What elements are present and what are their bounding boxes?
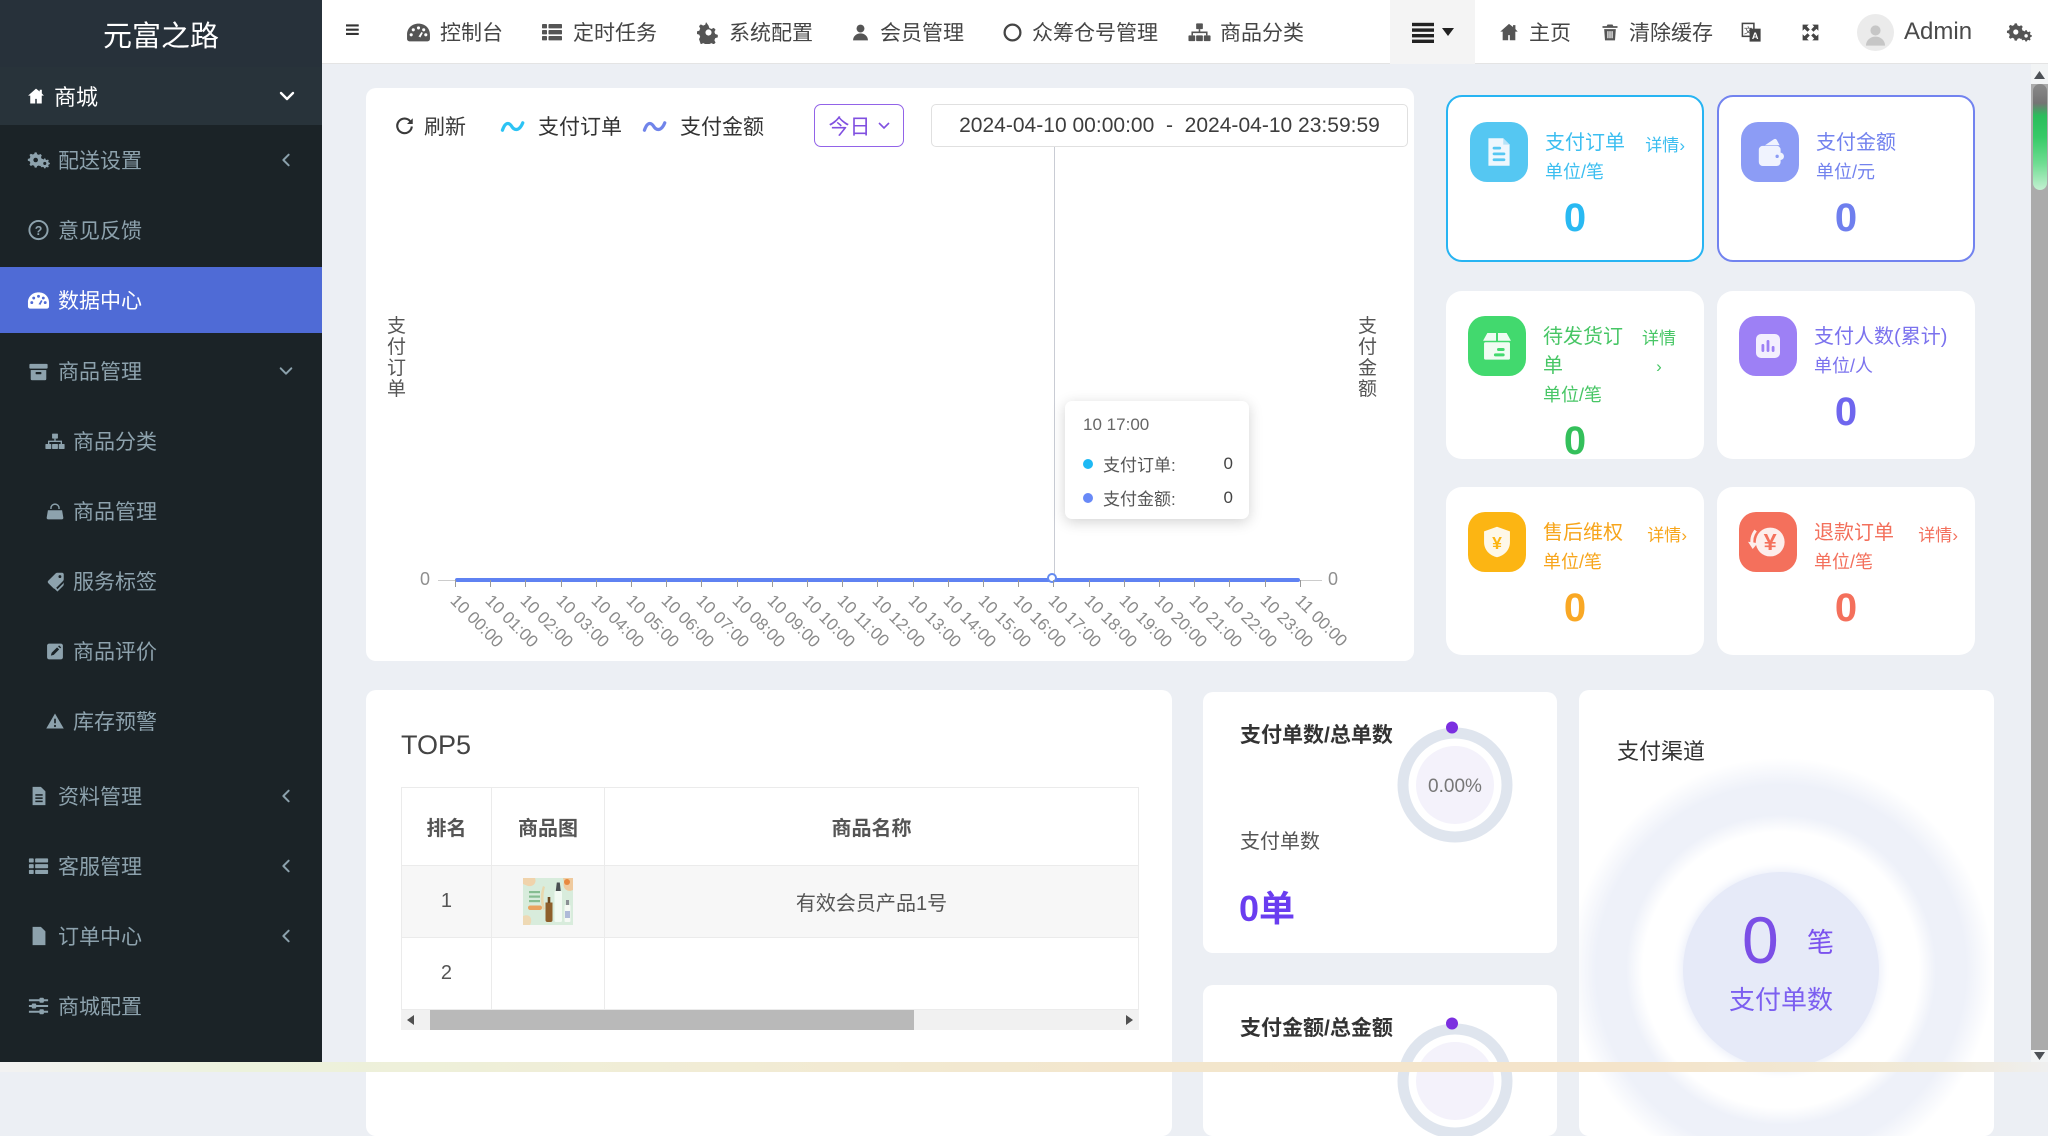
svg-text:0.00%: 0.00%	[1428, 776, 1482, 797]
svg-text:¥: ¥	[1764, 529, 1777, 555]
svg-text:¥: ¥	[1492, 533, 1502, 553]
